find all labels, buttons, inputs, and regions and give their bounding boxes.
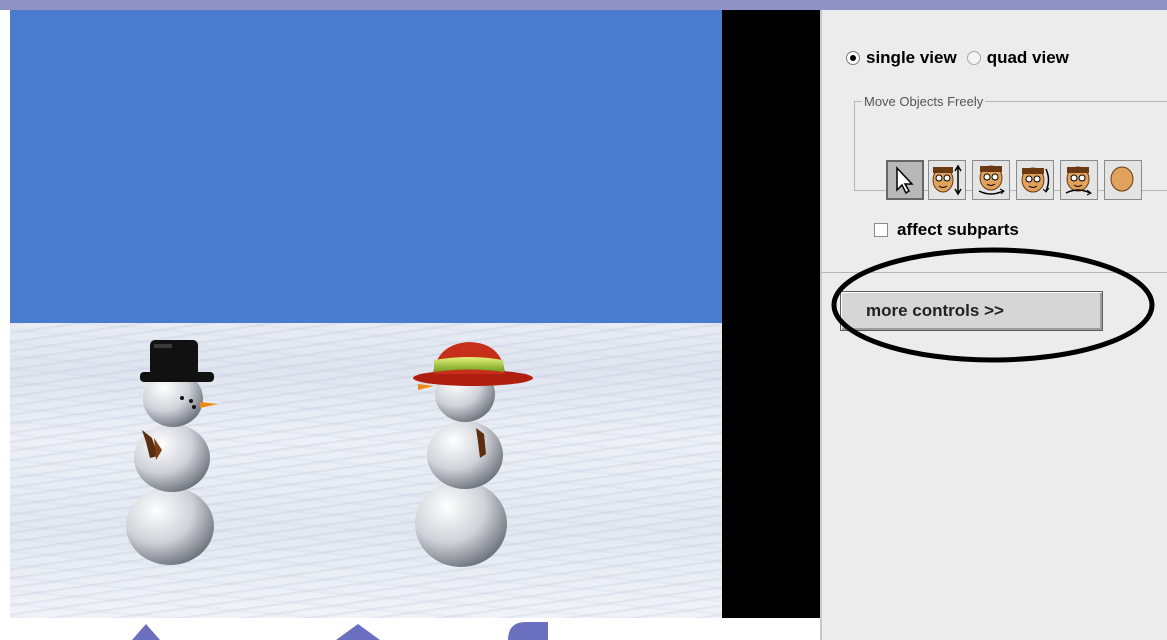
viewport-border bbox=[722, 10, 820, 618]
quad-view-radio[interactable] bbox=[966, 51, 981, 65]
world-viewport[interactable] bbox=[10, 10, 722, 618]
partial-tool-icon bbox=[1110, 166, 1134, 192]
control-panel: single view quad view Move Objects Freel… bbox=[820, 10, 1167, 640]
scene-svg bbox=[126, 340, 533, 567]
panel-divider bbox=[822, 272, 1167, 273]
tray-object-3[interactable] bbox=[508, 622, 548, 640]
title-bar-strip bbox=[0, 0, 1167, 10]
object-tray-strip bbox=[0, 618, 820, 640]
pointer-tool-button[interactable] bbox=[886, 160, 924, 200]
turn-left-right-icon bbox=[978, 165, 1005, 195]
move-up-down-tool-button[interactable] bbox=[928, 160, 966, 200]
affect-subparts-option[interactable]: affect subparts bbox=[874, 220, 1019, 240]
snowman-red-hat[interactable] bbox=[413, 342, 533, 567]
snowman-top-hat[interactable] bbox=[126, 340, 218, 565]
single-view-label[interactable]: single view bbox=[866, 48, 957, 68]
extra-tool-button[interactable] bbox=[1104, 160, 1142, 200]
affect-subparts-checkbox[interactable] bbox=[874, 223, 888, 237]
affect-subparts-label[interactable]: affect subparts bbox=[897, 220, 1019, 240]
turn-left-right-tool-button[interactable] bbox=[972, 160, 1010, 200]
more-controls-button[interactable]: more controls >> bbox=[840, 291, 1103, 331]
turn-forward-backward-icon bbox=[1021, 167, 1050, 193]
quad-view-label[interactable]: quad view bbox=[987, 48, 1069, 68]
tray-svg bbox=[132, 622, 548, 640]
move-up-down-icon bbox=[932, 164, 962, 196]
turn-forward-backward-tool-button[interactable] bbox=[1016, 160, 1054, 200]
move-objects-group-title: Move Objects Freely bbox=[862, 94, 986, 109]
roll-tool-button[interactable] bbox=[1060, 160, 1098, 200]
single-view-radio[interactable] bbox=[846, 51, 860, 65]
view-mode-selector: single view quad view bbox=[846, 48, 1079, 68]
tray-object-2[interactable] bbox=[336, 624, 380, 640]
roll-icon bbox=[1065, 166, 1092, 196]
pointer-arrow-icon bbox=[896, 166, 914, 194]
tray-object-1[interactable] bbox=[132, 624, 160, 640]
